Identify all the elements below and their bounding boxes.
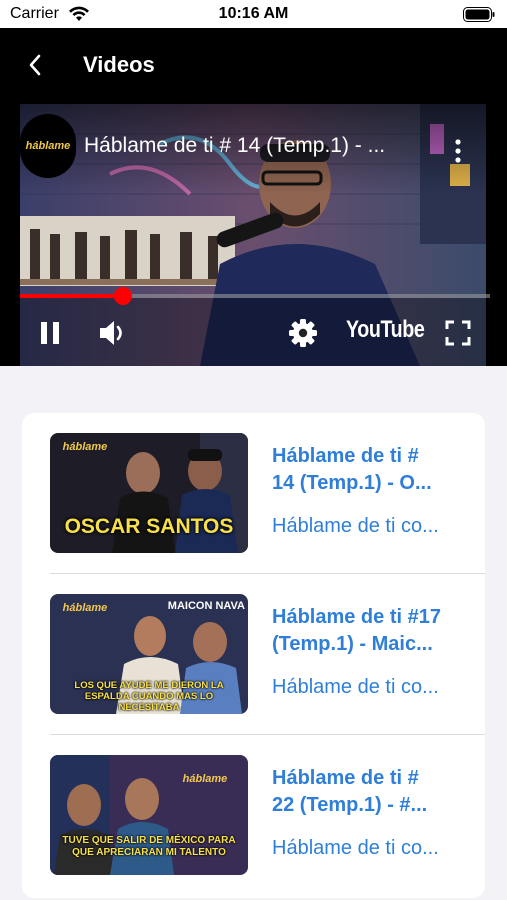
video-title-line1: Háblame de ti # — [272, 767, 419, 789]
youtube-logo[interactable]: YouTube — [346, 316, 425, 344]
fullscreen-icon[interactable] — [445, 320, 471, 346]
video-list-item[interactable]: háblame TUVE QUE SALIR DE MÉXICO PARA QU… — [22, 735, 485, 895]
navigation-bar: Videos — [0, 28, 507, 104]
thumbnail-logo: háblame — [62, 441, 108, 453]
progress-scrubber[interactable] — [114, 287, 132, 305]
clock: 10:16 AM — [218, 5, 289, 22]
video-title-line2: (Temp.1) - Maic... — [272, 633, 433, 655]
back-button[interactable] — [18, 48, 52, 82]
battery-icon — [463, 7, 495, 22]
pause-icon[interactable] — [38, 320, 62, 346]
settings-gear-icon[interactable] — [288, 318, 318, 348]
video-list: háblame OSCAR SANTOS Háblame de ti # 14 … — [22, 413, 485, 898]
thumbnail-logo: háblame — [62, 602, 108, 614]
video-player[interactable]: háblame Háblame de ti # 14 (Temp.1) - ..… — [0, 104, 507, 366]
channel-logo-text: háblame — [25, 140, 71, 152]
thumbnail-logo: háblame — [182, 773, 228, 785]
video-title: Háblame de ti # 22 (Temp.1) - #... — [272, 765, 472, 819]
progress-bar[interactable] — [20, 287, 490, 305]
video-title: Háblame de ti # 14 (Temp.1) - O... — [272, 443, 472, 497]
thumbnail-header: MAICON NAVA — [167, 600, 245, 612]
video-list-item[interactable]: háblame MAICON NAVA LOS QUE AYUDE ME DIE… — [22, 574, 485, 734]
video-title-line2: 22 (Temp.1) - #... — [272, 794, 428, 816]
progress-fill — [20, 294, 123, 298]
status-bar: Carrier 10:16 AM — [0, 0, 507, 28]
thumbnail-caption: LOS QUE AYUDE ME DIERON LA ESPALDA CUAND… — [74, 680, 224, 713]
page-title: Videos — [83, 52, 155, 77]
video-title: Háblame de ti #17 (Temp.1) - Maic... — [272, 604, 472, 658]
video-subtitle: Háblame de ti co... — [272, 515, 439, 537]
video-thumbnail[interactable]: háblame MAICON NAVA LOS QUE AYUDE ME DIE… — [50, 594, 248, 714]
player-video-title[interactable]: Háblame de ti # 14 (Temp.1) - ... — [84, 134, 414, 158]
thumbnail-caption: TUVE QUE SALIR DE MÉXICO PARA QUE APRECI… — [62, 835, 236, 858]
chevron-left-icon — [29, 54, 41, 76]
more-options-icon[interactable] — [448, 136, 468, 166]
video-list-item[interactable]: háblame OSCAR SANTOS Háblame de ti # 14 … — [22, 413, 485, 573]
volume-icon[interactable] — [97, 318, 129, 348]
thumbnail-caption: OSCAR SANTOS — [64, 515, 234, 538]
video-title-line1: Háblame de ti #17 — [272, 606, 441, 628]
video-title-line2: 14 (Temp.1) - O... — [272, 472, 432, 494]
channel-logo[interactable]: háblame — [20, 114, 76, 178]
video-thumbnail[interactable]: háblame OSCAR SANTOS — [50, 433, 248, 553]
video-thumbnail[interactable]: háblame TUVE QUE SALIR DE MÉXICO PARA QU… — [50, 755, 248, 875]
video-subtitle: Háblame de ti co... — [272, 837, 439, 859]
video-title-line1: Háblame de ti # — [272, 445, 419, 467]
video-subtitle: Háblame de ti co... — [272, 676, 439, 698]
